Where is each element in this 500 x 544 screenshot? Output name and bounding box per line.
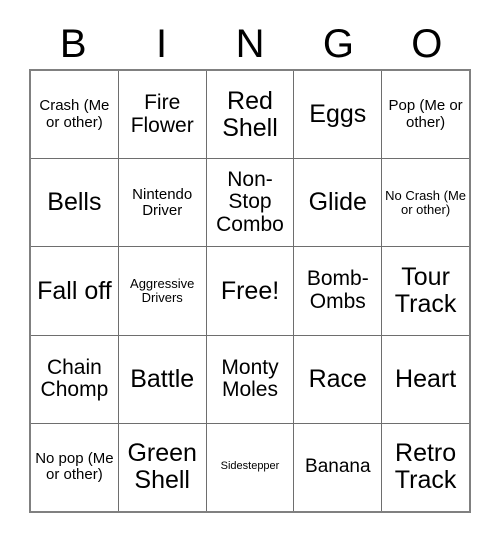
- bingo-cell[interactable]: Chain Chomp: [31, 335, 118, 423]
- bingo-cell[interactable]: Retro Track: [381, 423, 469, 512]
- bingo-cell[interactable]: Monty Moles: [205, 335, 294, 423]
- bingo-header: B I N G O: [29, 18, 471, 69]
- bingo-cell[interactable]: Glide: [293, 159, 382, 247]
- bingo-cell-label: Aggressive Drivers: [130, 275, 195, 305]
- bingo-header-letter-n: N: [235, 21, 265, 66]
- bingo-cell-label: Red Shell: [222, 86, 278, 142]
- bingo-cell-label: Pop (Me or other): [388, 97, 463, 131]
- bingo-cell[interactable]: No Crash (Me or other): [381, 159, 469, 247]
- bingo-cell-label: Retro Track: [394, 439, 457, 495]
- bingo-cell[interactable]: Non-Stop Combo: [205, 159, 294, 247]
- bingo-cell[interactable]: Eggs: [293, 71, 382, 159]
- bingo-row: No pop (Me or other) Green Shell Sideste…: [31, 422, 469, 512]
- bingo-cell-label: Eggs: [309, 100, 367, 129]
- bingo-cell-label: Crash (Me or other): [39, 97, 110, 131]
- bingo-cell[interactable]: Crash (Me or other): [31, 71, 118, 159]
- bingo-cell-label: Fire Flower: [130, 90, 194, 137]
- bingo-cell-label: Nintendo Driver: [132, 185, 193, 219]
- bingo-header-letter-g: G: [322, 21, 354, 66]
- bingo-cell-label: Race: [308, 364, 367, 393]
- bingo-row: Fall off Aggressive Drivers Free! Bomb-O…: [31, 246, 469, 335]
- bingo-cell-label: Heart: [395, 364, 457, 393]
- bingo-header-letter-o: O: [411, 21, 443, 66]
- bingo-card: B I N G O Crash (Me or other) Fire Flowe…: [0, 0, 500, 544]
- bingo-cell[interactable]: Bells: [31, 159, 118, 247]
- bingo-cell-label: Bomb-Ombs: [306, 267, 369, 313]
- bingo-cell[interactable]: Race: [293, 335, 382, 423]
- bingo-cell[interactable]: Fall off: [31, 247, 118, 335]
- bingo-header-letter-i: I: [156, 21, 168, 66]
- bingo-row: Bells Nintendo Driver Non-Stop Combo Gli…: [31, 158, 469, 247]
- bingo-cell[interactable]: Fire Flower: [117, 71, 206, 159]
- bingo-cell-label: Glide: [308, 188, 367, 217]
- bingo-cell[interactable]: No pop (Me or other): [31, 423, 118, 512]
- bingo-cell-label: Sidestepper: [220, 460, 280, 473]
- bingo-cell-label: Chain Chomp: [40, 355, 109, 402]
- bingo-cell-label: Bells: [47, 188, 102, 217]
- bingo-row: Crash (Me or other) Fire Flower Red Shel…: [31, 71, 469, 159]
- bingo-cell-label: Monty Moles: [221, 355, 279, 402]
- bingo-cell-label: No pop (Me or other): [35, 450, 114, 484]
- bingo-cell[interactable]: Heart: [381, 335, 469, 423]
- bingo-cell[interactable]: Tour Track: [381, 247, 469, 335]
- bingo-header-letter-b: B: [59, 21, 87, 66]
- bingo-cell[interactable]: Battle: [117, 335, 206, 423]
- bingo-grid: Crash (Me or other) Fire Flower Red Shel…: [29, 69, 471, 513]
- bingo-cell[interactable]: Banana: [293, 423, 382, 512]
- bingo-cell[interactable]: Pop (Me or other): [381, 71, 469, 159]
- bingo-cell-label: Fall off: [37, 276, 112, 305]
- bingo-cell-label: Tour Track: [394, 263, 457, 318]
- bingo-cell-free[interactable]: Free!: [205, 247, 294, 335]
- bingo-cell[interactable]: Green Shell: [117, 423, 206, 512]
- bingo-row: Chain Chomp Battle Monty Moles Race Hear…: [31, 334, 469, 423]
- bingo-cell-label: Non-Stop Combo: [216, 167, 284, 237]
- bingo-cell-label: Free!: [220, 276, 280, 305]
- bingo-cell[interactable]: Nintendo Driver: [117, 159, 206, 247]
- bingo-cell-label: No Crash (Me or other): [385, 187, 467, 217]
- bingo-cell-label: Green Shell: [127, 439, 197, 495]
- bingo-cell-label: Banana: [305, 456, 371, 478]
- bingo-cell[interactable]: Red Shell: [205, 71, 294, 159]
- bingo-cell[interactable]: Aggressive Drivers: [117, 247, 206, 335]
- bingo-cell-label: Battle: [130, 364, 195, 393]
- bingo-cell[interactable]: Bomb-Ombs: [293, 247, 382, 335]
- bingo-cell[interactable]: Sidestepper: [205, 423, 294, 512]
